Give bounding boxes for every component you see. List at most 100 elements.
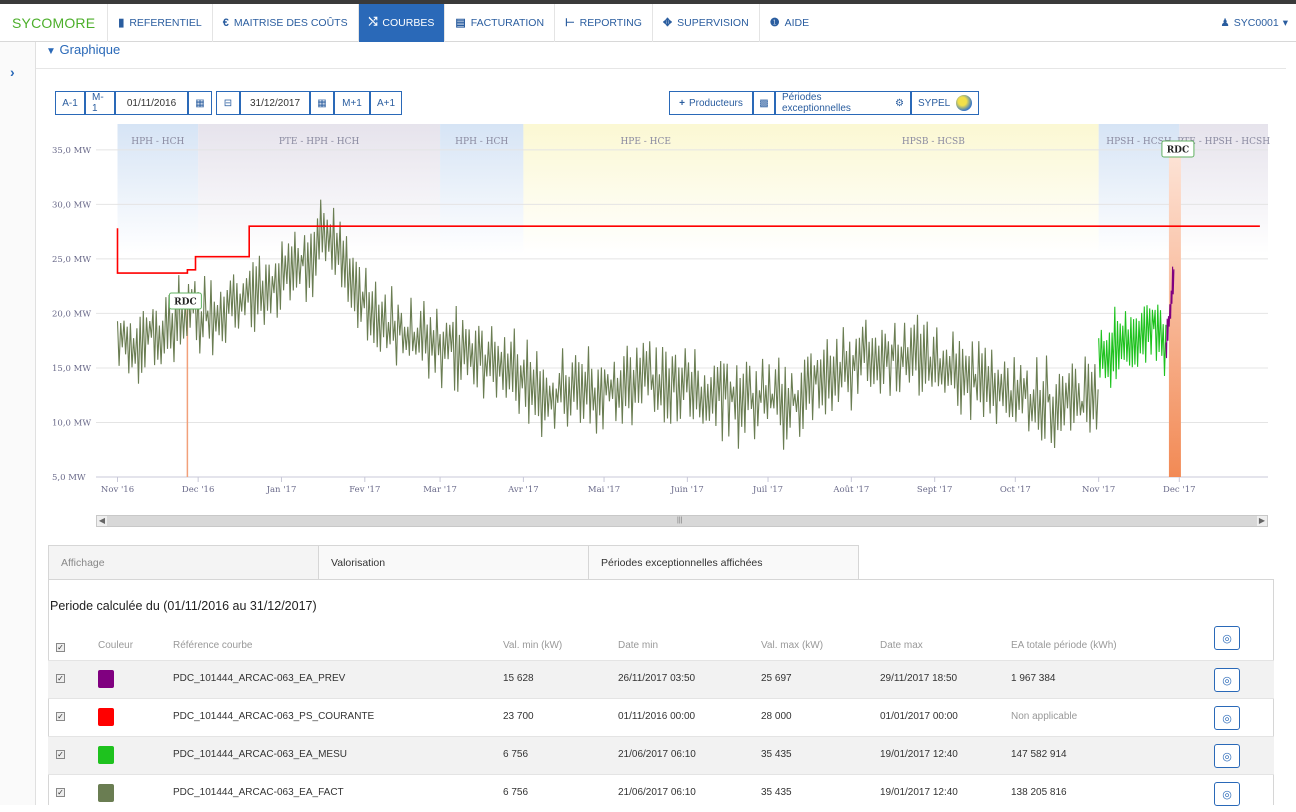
supervision-icon: ✥ [662,17,673,29]
row-toggle-button[interactable]: ◎ [1214,668,1240,692]
nav-item-label: COURBES [382,16,435,29]
y-tick-label: 30,0 MW [52,200,91,210]
cell-dmax: 19/01/2017 12:40 [880,749,958,760]
select-all-checkbox[interactable]: ✓ [56,643,65,652]
color-swatch[interactable] [98,784,114,802]
x-tick-label: Nov '16 [101,485,134,495]
scroll-grip-icon[interactable]: ||| [677,516,682,526]
tariff-band-label: HPH - HCH [131,137,184,147]
col-val-min: Val. min (kW) [503,640,563,651]
euro-icon: € [222,16,229,29]
print-button[interactable]: ▩ [753,91,775,115]
user-name: SYC0001 [1233,17,1279,29]
exceptional-periods-button[interactable]: Périodes exceptionnelles ⚙ [775,91,911,115]
cell-vmin: 6 756 [503,749,529,760]
cell-dmax: 29/11/2017 18:50 [880,673,958,684]
producers-button[interactable]: + Producteurs [669,91,753,115]
row-toggle-button[interactable]: ◎ [1214,782,1240,806]
chart-scrollbar[interactable]: ◀ ||| ▶ [96,515,1268,527]
user-menu[interactable]: ♟ SYC0001 ▾ [1220,4,1288,42]
row-toggle-button[interactable]: ◎ [1214,706,1240,730]
next-month-button[interactable]: M+1 [334,91,370,115]
row-toggle-button[interactable]: ◎ [1214,744,1240,768]
nav-item-courbes[interactable]: ⤭ COURBES [357,3,445,42]
prev-year-button[interactable]: A-1 [55,91,85,115]
info-icon: ❶ [769,17,780,29]
cell-vmax: 35 435 [761,787,792,798]
divider [36,68,1286,69]
nav-item-label: SUPERVISION [677,16,749,29]
calendar-end-button[interactable]: ▦ [310,91,334,115]
color-swatch[interactable] [98,670,114,688]
scroll-right-icon[interactable]: ▶ [1257,516,1267,526]
nav-item-reporting[interactable]: ⊢ REPORTING [554,3,652,42]
rdc-label: RDC [174,298,196,308]
chevron-down-icon: ▼ [46,46,56,57]
print-icon: ▩ [759,97,769,109]
nav-item-aide[interactable]: ❶ AIDE [758,3,819,42]
calendar-start-button[interactable]: ▦ [188,91,212,115]
nav-item-maitrise-des-co-ts[interactable]: € MAITRISE DES COÛTS [211,3,358,42]
row-checkbox[interactable]: ✓ [56,788,65,797]
nav-item-referentiel[interactable]: ▮ REFERENTIEL [107,3,211,42]
scroll-left-icon[interactable]: ◀ [97,516,107,526]
brand-logo[interactable]: SYCOMORE [0,15,107,31]
cell-ref: PDC_101444_ARCAC-063_PS_COURANTE [173,711,375,722]
tariff-band-label: HPE - HCE [620,137,671,147]
sypel-label: SYPEL [918,97,951,109]
col-date-min: Date min [618,640,659,651]
nav-item-label: AIDE [784,16,810,29]
cell-ea: 1 967 384 [1011,673,1056,684]
table-row: ✓ PDC_101444_ARCAC-063_EA_PREV 15 628 26/11… [48,660,1274,698]
row-checkbox[interactable]: ✓ [56,674,65,683]
y-tick-label: 15,0 MW [52,364,91,374]
minus-icon: ⊟ [223,97,233,109]
x-tick-label: Août '17 [832,484,869,495]
x-tick-label: Jan '17 [266,485,297,495]
header-toggle-button[interactable]: ◎ [1214,626,1240,650]
nav-item-supervision[interactable]: ✥ SUPERVISION [651,3,759,42]
nav-item-label: REPORTING [579,16,642,29]
tab-valorisation[interactable]: Valorisation [318,545,589,579]
section-header[interactable]: ▼ Graphique [46,42,120,57]
x-tick-label: Dec '17 [1163,485,1195,495]
chevron-right-icon[interactable]: › [10,64,15,80]
invoice-icon: ▤ [455,17,466,29]
color-swatch[interactable] [98,746,114,764]
x-tick-label: Fev '17 [349,485,380,495]
globe-icon [956,95,972,111]
y-tick-label: 20,0 MW [52,309,91,319]
book-icon: ▮ [118,17,125,29]
tab-affichage[interactable]: Affichage [48,545,319,579]
cell-dmin: 26/11/2017 03:50 [618,673,696,684]
sypel-button[interactable]: SYPEL [911,91,979,115]
nav-item-label: MAITRISE DES COÛTS [233,16,348,29]
col-val-max: Val. max (kW) [761,640,824,651]
x-tick-label: Juil '17 [752,485,783,495]
cell-vmin: 6 756 [503,787,529,798]
prev-month-button[interactable]: M-1 [85,91,115,115]
color-swatch[interactable] [98,708,114,726]
row-checkbox[interactable]: ✓ [56,750,65,759]
tab-periodes[interactable]: Périodes exceptionnelles affichées [588,545,859,579]
table-row: ✓ PDC_101444_ARCAC-063_EA_FACT 6 756 21/06/… [48,774,1274,812]
consumption-chart[interactable]: HPH - HCH PTE - HPH - HCH HPH - HCH HPE - H… [50,124,1270,509]
row-checkbox[interactable]: ✓ [56,712,65,721]
y-tick-label: 25,0 MW [52,255,91,265]
cell-ref: PDC_101444_ARCAC-063_EA_FACT [173,787,344,798]
nav-item-label: FACTURATION [470,16,545,29]
calendar-icon: ▦ [317,97,327,109]
reporting-icon: ⊢ [565,17,575,29]
end-date-input[interactable]: 31/12/2017 [240,91,310,115]
next-year-button[interactable]: A+1 [370,91,402,115]
minus-button[interactable]: ⊟ [216,91,240,115]
table-row: ✓ PDC_101444_ARCAC-063_EA_MESU 6 756 21/06/… [48,736,1274,774]
nav-item-label: REFERENTIEL [129,16,202,29]
shuffle-icon: ⤭ [368,16,378,28]
plus-icon: + [679,97,685,109]
table-row: ✓ PDC_101444_ARCAC-063_PS_COURANTE 23 700 0… [48,698,1274,736]
nav-item-facturation[interactable]: ▤ FACTURATION [444,3,554,42]
rdc-label: RDC [1167,146,1189,156]
cell-ref: PDC_101444_ARCAC-063_EA_PREV [173,673,346,684]
start-date-input[interactable]: 01/11/2016 [115,91,188,115]
